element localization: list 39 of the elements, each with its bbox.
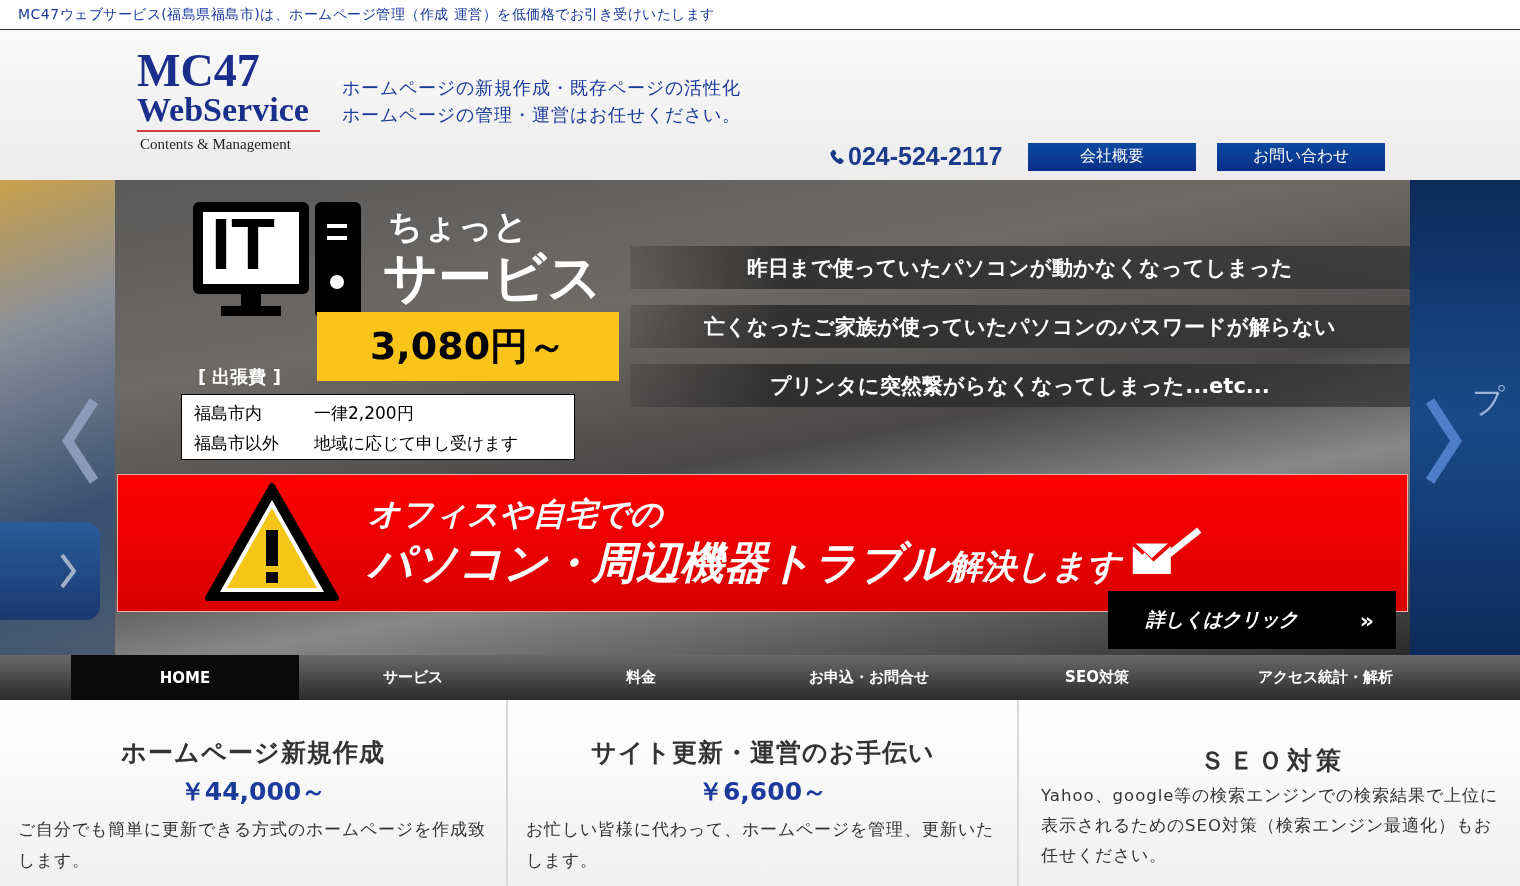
problem-strip: 昨日まで使っていたパソコンが動かなくなってしまった bbox=[630, 246, 1410, 289]
problem-strip: 亡くなったご家族が使っていたパソコンのパスワードが解らない bbox=[630, 305, 1410, 348]
nav-link[interactable]: アクセス統計・解析 bbox=[1211, 655, 1439, 700]
price-label: 3,080円～ bbox=[317, 312, 619, 381]
problem-strip: プリンタに突然繋がらなくなってしまった...etc... bbox=[630, 364, 1410, 407]
nav-link[interactable]: 料金 bbox=[527, 655, 755, 700]
icon-label: IT bbox=[211, 208, 275, 280]
fee-area: 福島市以外 bbox=[194, 428, 314, 458]
card-title: ホームページ新規作成 bbox=[121, 737, 385, 769]
slide-subtitle: ちょっと bbox=[388, 205, 528, 248]
card-text: お忙しい皆様に代わって、ホームページを管理、更新いたします。 bbox=[526, 818, 995, 872]
tagline-text: ホームページの管理・運営はお任せください。 bbox=[342, 103, 741, 127]
card-text: Yahoo、google等の検索エンジンでの検索結果で上位に表示されるためのSEO対策（検索エンジン最適化）もお任せください。 bbox=[1041, 785, 1500, 867]
fee-price: 地域に応じて申し受けます bbox=[314, 432, 518, 455]
card-text: ご自分でも簡単に更新できる方式のホームページを作成致します。 bbox=[18, 818, 487, 872]
nav-link[interactable]: HOME bbox=[71, 655, 299, 700]
fee-area: 福島市内 bbox=[194, 398, 314, 428]
banner-subheading: オフィスや自宅での bbox=[368, 493, 665, 534]
warning-icon bbox=[204, 482, 340, 604]
tagline-text: ホームページの新規作成・既存ページの活性化 bbox=[342, 76, 741, 100]
slide-button[interactable] bbox=[0, 522, 100, 620]
card-title: サイト更新・運営のお手伝い bbox=[590, 737, 935, 769]
details-button[interactable]: 詳しくはクリック » bbox=[1108, 591, 1396, 649]
nav-link[interactable]: サービス bbox=[299, 655, 527, 700]
nav-link[interactable]: SEO対策 bbox=[983, 655, 1211, 700]
nav-link[interactable]: お申込・お問合せ bbox=[755, 655, 983, 700]
site-description: MC47ウェブサービス(福島県福島市)は、ホームページ管理（作成 運営）を低価格でお引き受けいたします bbox=[18, 5, 715, 24]
chevron-right-icon bbox=[58, 551, 78, 591]
slide-title: サービス bbox=[383, 245, 602, 311]
site-logo[interactable]: MC47 WebService Contents & Management bbox=[137, 50, 320, 180]
slide-text: プ bbox=[1472, 381, 1505, 422]
header-button[interactable]: お問い合わせ bbox=[1217, 142, 1386, 171]
card-price: ￥6,600～ bbox=[697, 776, 828, 808]
card-title: ＳＥＯ対策 bbox=[1200, 745, 1345, 777]
fee-heading: [ 出張費 ] bbox=[198, 365, 281, 389]
phone-number: 024-524-2117 bbox=[848, 142, 1003, 171]
fee-price: 一律2,200円 bbox=[314, 402, 414, 425]
card-price: ￥44,000～ bbox=[179, 776, 327, 808]
header-button[interactable]: 会社概要 bbox=[1028, 142, 1197, 171]
